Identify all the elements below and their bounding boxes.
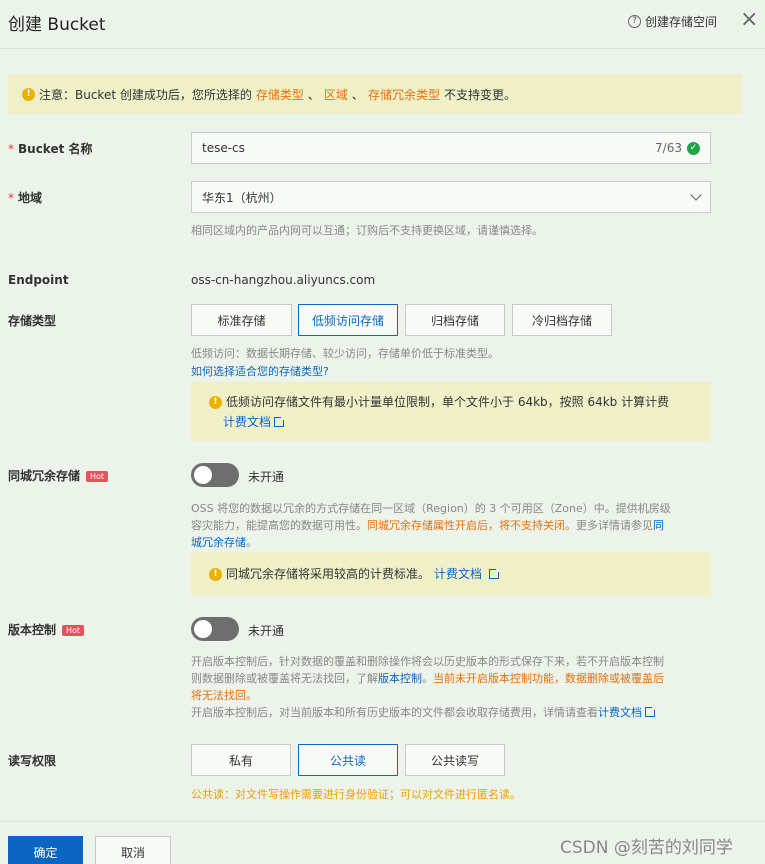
warning-icon: ! <box>209 395 222 409</box>
external-link-icon <box>489 567 502 579</box>
acl-option-public-read-write[interactable]: 公共读写 <box>405 744 505 776</box>
question-icon: ? <box>628 15 641 28</box>
confirm-button[interactable]: 确定 <box>8 836 83 864</box>
versioning-description: 开启版本控制后，针对数据的覆盖和删除操作将会以历史版本的形式保存下来，若不开启版… <box>191 653 721 721</box>
chevron-down-icon <box>690 189 702 201</box>
storage-class-label: 存储类型 <box>8 314 57 328</box>
storage-option-cold-archive[interactable]: 冷归档存储 <box>512 304 612 336</box>
hot-badge: Hot <box>86 471 109 482</box>
zrs-warning-text: 同城冗余存储属性开启后，将不支持关闭。 <box>367 519 576 532</box>
char-counter: 7/63 ✓ <box>655 141 700 155</box>
versioning-toggle[interactable] <box>191 617 239 641</box>
versioning-billing-text: 开启版本控制后，对当前版本和所有历史版本的文件都会收取存储费用，详情请查看 <box>191 706 598 719</box>
versioning-warning-text: 当前未开启版本控制功能，数据删除或被覆盖后 <box>433 672 664 685</box>
storage-option-ia[interactable]: 低频访问存储 <box>298 304 398 336</box>
notice-highlight-redundancy: 存储冗余类型 <box>367 87 440 102</box>
storage-class-tip-text: 低频访问存储文件有最小计量单位限制，单个文件小于 64kb，按照 64kb 计算… <box>226 395 670 409</box>
region-help: 相同区域内的产品内网可以互通；订购后不支持更换区域，请谨慎选择。 <box>191 224 543 237</box>
check-circle-icon: ✓ <box>687 141 700 155</box>
versioning-desc-text: 则数据删除或被覆盖将无法找回，了解 <box>191 672 378 685</box>
storage-option-archive[interactable]: 归档存储 <box>405 304 505 336</box>
bucket-name-value: tese-cs <box>202 141 245 155</box>
zrs-doc-link-cont[interactable]: 城冗余存储 <box>191 536 246 549</box>
zrs-toggle[interactable] <box>191 463 239 487</box>
required-mark: * <box>8 191 14 205</box>
storage-class-help-link[interactable]: 如何选择适合您的存储类型? <box>191 363 329 380</box>
zrs-description: OSS 将您的数据以冗余的方式存储在同一区域（Region）的 3 个可用区（Z… <box>191 500 716 551</box>
header-divider <box>0 48 765 49</box>
notice-separator: 、 <box>307 87 320 102</box>
zrs-desc-text: 容灾能力，能提高您的数据可用性。 <box>191 519 367 532</box>
footer-divider <box>0 821 765 822</box>
toggle-knob <box>194 466 212 484</box>
required-mark: * <box>8 142 14 156</box>
zrs-desc-end: 。 <box>246 536 257 549</box>
storage-option-standard[interactable]: 标准存储 <box>191 304 292 336</box>
external-link-icon <box>645 705 657 717</box>
bucket-name-label-text: Bucket 名称 <box>18 142 93 156</box>
acl-label: 读写权限 <box>8 754 57 768</box>
region-label: * 地域 <box>8 189 42 206</box>
char-count: 7/63 <box>655 141 682 155</box>
billing-doc-link[interactable]: 计费文档 <box>598 706 642 719</box>
versioning-desc-punct: 。 <box>422 672 433 685</box>
region-value: 华东1（杭州） <box>202 190 282 205</box>
zrs-label: 同城冗余存储 Hot <box>8 467 109 484</box>
acl-option-private[interactable]: 私有 <box>191 744 291 776</box>
billing-doc-link[interactable]: 计费文档 <box>223 415 271 429</box>
external-link-icon <box>274 415 287 427</box>
cancel-button[interactable]: 取消 <box>95 836 171 864</box>
zrs-desc-line: OSS 将您的数据以冗余的方式存储在同一区域（Region）的 3 个可用区（Z… <box>191 502 671 515</box>
zrs-desc-tail: 更多详情请参见 <box>576 519 653 532</box>
bucket-name-label: * Bucket 名称 <box>8 140 93 157</box>
zrs-label-text: 同城冗余存储 <box>8 469 81 483</box>
zrs-tip: ! 同城冗余存储将采用较高的计费标准。 计费文档 <box>191 552 711 596</box>
notice-separator: 、 <box>351 87 364 102</box>
storage-class-tip: ! 低频访问存储文件有最小计量单位限制，单个文件小于 64kb，按照 64kb 计… <box>191 382 711 441</box>
endpoint-value: oss-cn-hangzhou.aliyuncs.com <box>191 273 376 287</box>
help-link-label: 创建存储空间 <box>645 15 718 29</box>
notice-banner: ! 注意：Bucket 创建成功后，您所选择的 存储类型、区域、存储冗余类型 不… <box>8 74 742 114</box>
hot-badge: Hot <box>62 625 85 636</box>
page-title: 创建 Bucket <box>8 15 106 35</box>
region-label-text: 地域 <box>18 191 43 205</box>
versioning-state: 未开通 <box>248 624 285 638</box>
zrs-tip-text: 同城冗余存储将采用较高的计费标准。 <box>226 567 431 581</box>
versioning-label-text: 版本控制 <box>8 623 57 637</box>
warning-icon: ! <box>22 87 35 101</box>
versioning-desc-line: 开启版本控制后，针对数据的覆盖和删除操作将会以历史版本的形式保存下来，若不开启版… <box>191 655 664 668</box>
region-select[interactable]: 华东1（杭州） <box>191 181 711 213</box>
billing-doc-link[interactable]: 计费文档 <box>434 564 482 584</box>
endpoint-label: Endpoint <box>8 273 69 287</box>
versioning-label: 版本控制 Hot <box>8 621 85 638</box>
watermark: CSDN @刻苦的刘同学 <box>560 838 733 858</box>
bucket-name-input[interactable]: tese-cs 7/63 ✓ <box>191 132 711 164</box>
acl-option-public-read[interactable]: 公共读 <box>298 744 398 776</box>
close-icon[interactable]: × <box>740 8 758 32</box>
zrs-doc-link[interactable]: 同 <box>653 519 664 532</box>
versioning-warning-cont: 将无法找回。 <box>191 689 257 702</box>
zrs-state: 未开通 <box>248 470 285 484</box>
warning-icon: ! <box>209 567 222 581</box>
notice-suffix: 不支持变更。 <box>443 87 516 102</box>
notice-highlight-region: 区域 <box>323 87 348 102</box>
versioning-doc-link[interactable]: 版本控制 <box>378 672 422 685</box>
notice-text: 注意：Bucket 创建成功后，您所选择的 <box>39 87 252 102</box>
storage-class-help: 低频访问：数据长期存储、较少访问，存储单价低于标准类型。 <box>191 347 499 360</box>
toggle-knob <box>194 620 212 638</box>
create-bucket-help-link[interactable]: ? 创建存储空间 <box>628 13 717 30</box>
acl-help: 公共读：对文件写操作需要进行身份验证；可以对文件进行匿名读。 <box>191 788 521 801</box>
notice-highlight-storage-class: 存储类型 <box>255 87 304 102</box>
